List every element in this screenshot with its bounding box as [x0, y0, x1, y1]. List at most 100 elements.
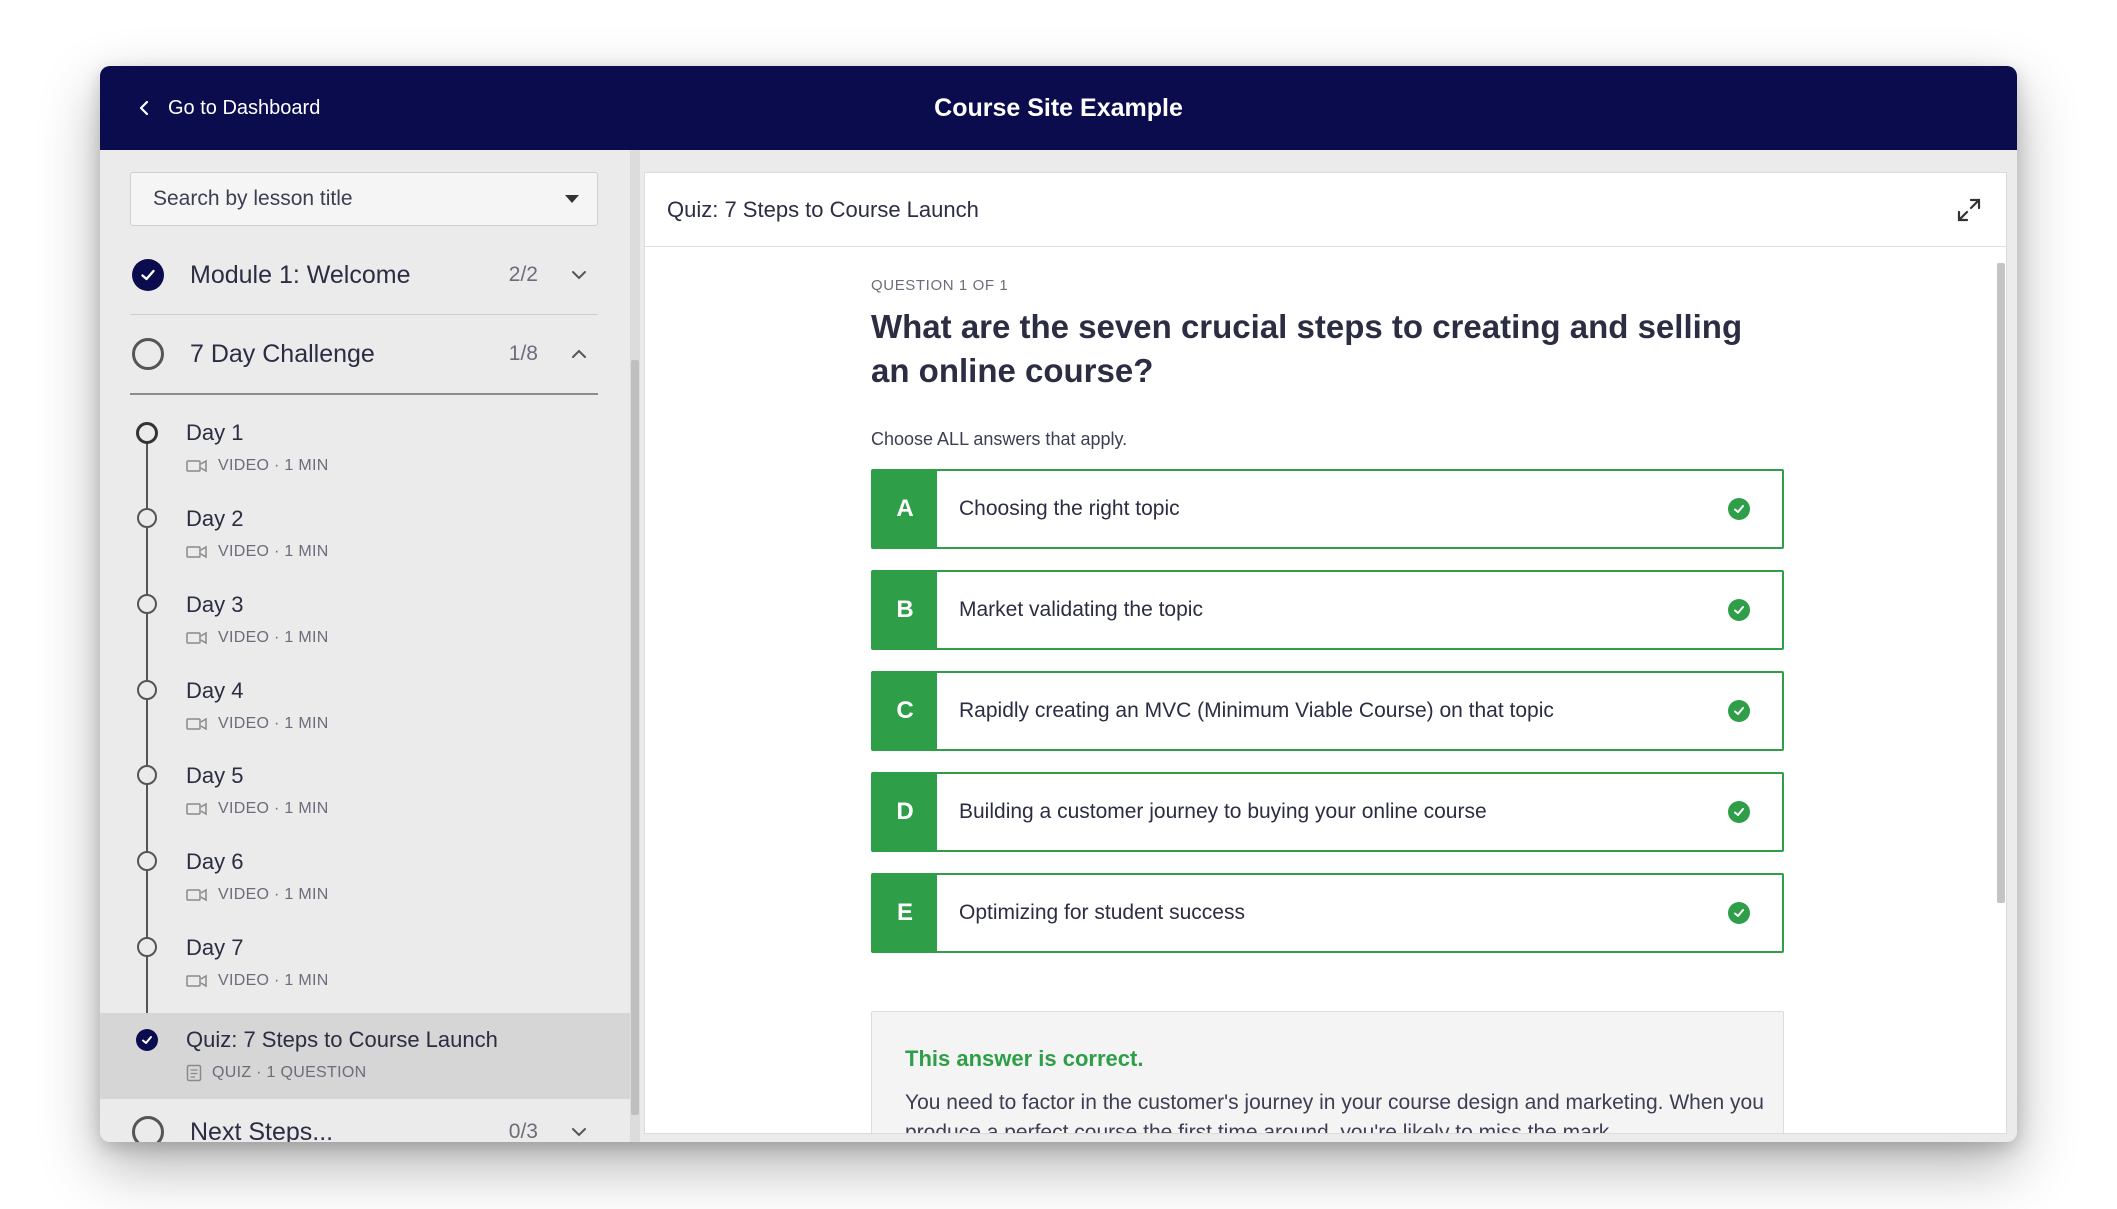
lesson-name: Day 1 — [186, 420, 244, 445]
lesson-status-circle-icon — [136, 422, 158, 444]
answer-text: Market validating the topic — [959, 598, 1203, 621]
check-circle-icon — [1728, 700, 1750, 722]
question-text: What are the seven crucial steps to crea… — [871, 308, 1743, 389]
lesson-item-day-7[interactable]: Day 7 VIDEO · 1 MIN — [100, 927, 630, 1013]
module-row-next-steps[interactable]: Next Steps... 0/3 — [130, 1093, 598, 1142]
quiz-panel-header: Quiz: 7 Steps to Course Launch — [645, 173, 2006, 247]
video-icon — [186, 974, 207, 988]
module-row-welcome[interactable]: Module 1: Welcome 2/2 — [130, 236, 598, 314]
module-title: Next Steps... — [190, 1117, 334, 1143]
expand-icon[interactable] — [1956, 197, 1982, 223]
quiz-content: QUESTION 1 OF 1 What are the seven cruci… — [645, 247, 2006, 1134]
app-window: Go to Dashboard Course Site Example Sear… — [100, 66, 2017, 1142]
quiz-panel-title: Quiz: 7 Steps to Course Launch — [667, 196, 979, 222]
answer-letter: A — [873, 471, 937, 547]
lesson-name: Day 7 — [186, 935, 244, 960]
feedback-heading: This answer is correct. — [905, 1046, 1144, 1071]
lesson-meta-text: VIDEO · 1 MIN — [218, 886, 329, 903]
check-circle-icon — [1728, 498, 1750, 520]
lesson-item-day-4[interactable]: Day 4 VIDEO · 1 MIN — [100, 670, 630, 756]
lesson-meta: VIDEO · 1 MIN — [186, 886, 329, 904]
lesson-name: Day 2 — [186, 506, 244, 531]
video-icon — [186, 802, 207, 816]
lesson-item-day-5[interactable]: Day 5 VIDEO · 1 MIN — [100, 755, 630, 841]
lesson-item-day-3[interactable]: Day 3 VIDEO · 1 MIN — [100, 584, 630, 670]
answer-letter: C — [873, 673, 937, 749]
answer-option-d[interactable]: D Building a customer journey to buying … — [871, 772, 1784, 852]
sidebar-scrollbar-thumb[interactable] — [631, 360, 639, 1115]
answer-instructions: Choose ALL answers that apply. — [871, 429, 1128, 449]
lesson-meta-text: VIDEO · 1 MIN — [218, 800, 329, 817]
divider — [130, 393, 598, 395]
video-icon — [186, 888, 207, 902]
lesson-item-day-1[interactable]: Day 1 VIDEO · 1 MIN — [100, 412, 630, 498]
check-circle-icon — [136, 1029, 158, 1051]
lesson-item-day-6[interactable]: Day 6 VIDEO · 1 MIN — [100, 841, 630, 927]
lesson-status-circle-icon — [137, 680, 157, 700]
sidebar: Search by lesson title Module 1: Welcome… — [100, 150, 630, 1142]
content-scrollbar-thumb[interactable] — [1997, 263, 2005, 903]
answer-option-c[interactable]: C Rapidly creating an MVC (Minimum Viabl… — [871, 671, 1784, 751]
chevron-down-icon — [572, 1128, 586, 1137]
answer-letter: D — [873, 774, 937, 850]
lesson-status-circle-icon — [137, 937, 157, 957]
answer-letter: B — [873, 572, 937, 648]
quiz-panel: Quiz: 7 Steps to Course Launch QUESTION … — [644, 172, 2007, 1134]
check-circle-icon — [132, 259, 164, 291]
video-icon — [186, 631, 207, 645]
lesson-item-day-2[interactable]: Day 2 VIDEO · 1 MIN — [100, 498, 630, 584]
video-icon — [186, 459, 207, 473]
module-title: 7 Day Challenge — [190, 339, 375, 368]
lesson-status-circle-icon — [137, 508, 157, 528]
feedback-body: You need to factor in the customer's jou… — [905, 1091, 1764, 1134]
progress-circle-icon — [132, 338, 164, 370]
caret-down-icon — [565, 195, 579, 203]
answer-feedback: This answer is correct. You need to fact… — [871, 1011, 1784, 1134]
chevron-up-icon — [572, 349, 586, 358]
module-progress-count: 1/8 — [508, 342, 538, 365]
lesson-name: Day 3 — [186, 592, 244, 617]
lesson-meta-text: VIDEO · 1 MIN — [218, 972, 329, 989]
check-circle-icon — [1728, 801, 1750, 823]
lesson-name: Day 6 — [186, 849, 244, 874]
lesson-meta-text: QUIZ · 1 QUESTION — [212, 1064, 367, 1081]
lesson-meta: QUIZ · 1 QUESTION — [186, 1064, 366, 1082]
answer-text: Optimizing for student success — [959, 901, 1245, 924]
lesson-meta: VIDEO · 1 MIN — [186, 543, 329, 561]
lesson-meta-text: VIDEO · 1 MIN — [218, 715, 329, 732]
module-progress-count: 2/2 — [508, 263, 538, 286]
content-scrollbar[interactable] — [1996, 263, 2006, 1133]
lesson-search-placeholder: Search by lesson title — [153, 187, 353, 210]
answer-text: Building a customer journey to buying yo… — [959, 800, 1487, 823]
lesson-status-circle-icon — [137, 594, 157, 614]
site-title: Course Site Example — [934, 93, 1183, 122]
answer-text: Rapidly creating an MVC (Minimum Viable … — [959, 699, 1554, 722]
answer-letter: E — [873, 875, 937, 951]
chevron-down-icon — [572, 271, 586, 280]
lesson-status-circle-icon — [137, 765, 157, 785]
quiz-icon — [186, 1064, 202, 1082]
lesson-meta-text: VIDEO · 1 MIN — [218, 457, 329, 474]
module-row-7-day-challenge[interactable]: 7 Day Challenge 1/8 — [130, 315, 598, 393]
answer-text: Choosing the right topic — [959, 497, 1180, 520]
answer-option-a[interactable]: A Choosing the right topic — [871, 469, 1784, 549]
module-title: Module 1: Welcome — [190, 260, 411, 289]
answer-option-e[interactable]: E Optimizing for student success — [871, 873, 1784, 953]
lesson-status-circle-icon — [137, 851, 157, 871]
video-icon — [186, 545, 207, 559]
lesson-name: Day 4 — [186, 678, 244, 703]
sidebar-scrollbar[interactable] — [630, 150, 640, 1142]
lesson-meta: VIDEO · 1 MIN — [186, 715, 329, 733]
lesson-meta: VIDEO · 1 MIN — [186, 457, 329, 475]
lesson-meta: VIDEO · 1 MIN — [186, 800, 329, 818]
check-circle-icon — [1728, 599, 1750, 621]
lesson-meta: VIDEO · 1 MIN — [186, 629, 329, 647]
lesson-search-select[interactable]: Search by lesson title — [130, 172, 598, 226]
answer-option-b[interactable]: B Market validating the topic — [871, 570, 1784, 650]
progress-circle-icon — [132, 1116, 164, 1142]
lesson-item-quiz[interactable]: Quiz: 7 Steps to Course Launch QUIZ · 1 … — [100, 1013, 630, 1099]
video-icon — [186, 717, 207, 731]
lesson-name: Day 5 — [186, 763, 244, 788]
lesson-meta: VIDEO · 1 MIN — [186, 972, 329, 990]
lesson-meta-text: VIDEO · 1 MIN — [218, 629, 329, 646]
